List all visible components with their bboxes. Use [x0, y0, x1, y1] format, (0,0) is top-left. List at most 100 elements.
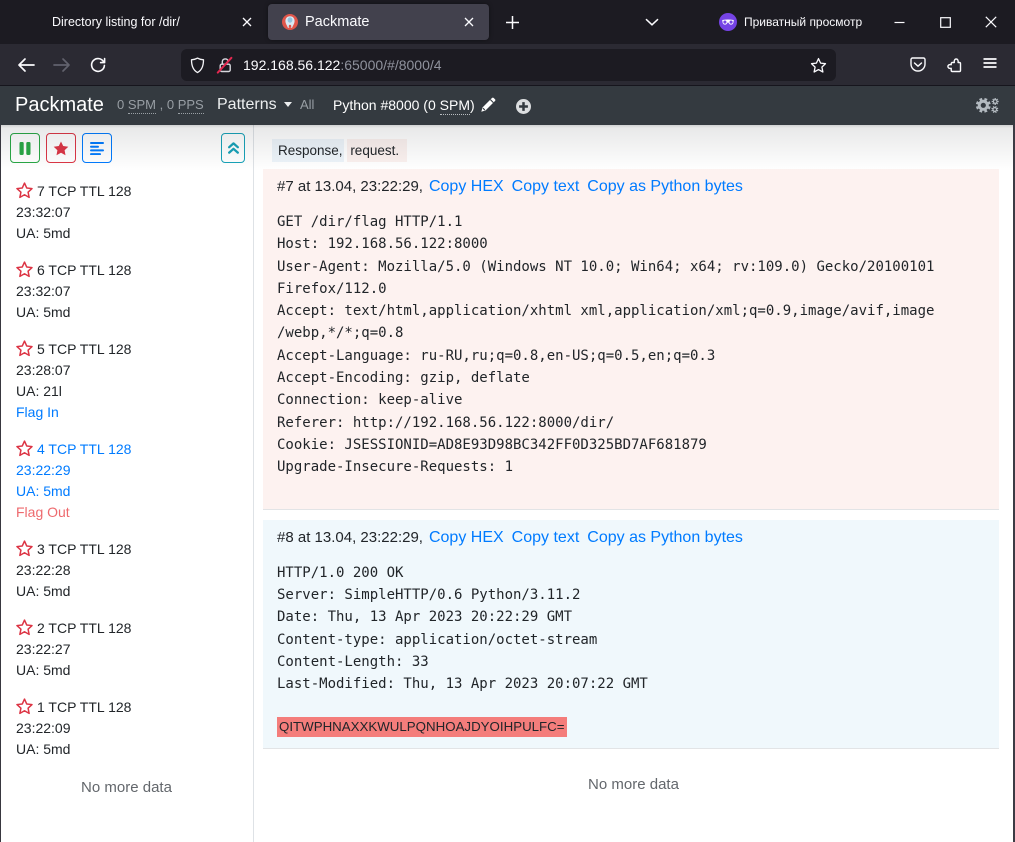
- main-no-more-data: No more data: [254, 776, 1013, 793]
- tab-directory-listing[interactable]: Directory listing for /dir/: [8, 4, 262, 40]
- spm-stat: SPM: [128, 97, 156, 114]
- sidebar-no-more-data: No more data: [0, 779, 253, 796]
- stream-time: 23:22:29: [16, 460, 253, 481]
- pattern-filter-all[interactable]: All: [300, 86, 314, 125]
- url-address[interactable]: 192.168.56.122:65000/#/8000/4: [243, 49, 442, 81]
- list-all-tabs-button[interactable]: [640, 10, 664, 34]
- collapse-button[interactable]: [221, 133, 245, 163]
- stream-flag-link[interactable]: Flag Out: [16, 502, 253, 523]
- stream-time: 23:32:07: [16, 281, 253, 302]
- service-tab[interactable]: Python #8000 (0 SPM): [333, 86, 475, 125]
- browser-toolbar: 192.168.56.122:65000/#/8000/4: [0, 44, 1015, 86]
- tab-packmate[interactable]: Packmate: [268, 4, 489, 40]
- copy-link[interactable]: Copy as Python bytes: [587, 178, 743, 195]
- extensions-icon[interactable]: [944, 55, 964, 75]
- star-outline-icon[interactable]: [16, 540, 33, 557]
- star-outline-icon[interactable]: [16, 182, 33, 199]
- service-spm-stat: SPM: [440, 97, 470, 115]
- stream-ua: UA: 5md: [16, 223, 253, 244]
- new-tab-button[interactable]: [500, 10, 524, 34]
- stream-sidebar: 7 TCP TTL 12823:32:07UA: 5md6 TCP TTL 12…: [0, 125, 254, 842]
- stream-item[interactable]: 6 TCP TTL 12823:32:07UA: 5md: [0, 260, 253, 323]
- stream-time: 23:22:09: [16, 718, 253, 739]
- stream-ua: UA: 21l: [16, 381, 253, 402]
- stats-separator: ,: [156, 97, 167, 112]
- stream-title[interactable]: 1 TCP TTL 128: [16, 697, 253, 718]
- legend-response: Response,: [272, 139, 344, 162]
- brand-packmate[interactable]: Packmate: [15, 86, 104, 125]
- tab-title: Directory listing for /dir/: [52, 15, 180, 29]
- copy-link[interactable]: Copy HEX: [429, 529, 504, 546]
- packet-view: Response, request. #7 at 13.04, 23:22:29…: [254, 125, 1013, 842]
- shield-icon[interactable]: [187, 55, 207, 75]
- patterns-label: Patterns: [217, 96, 277, 113]
- packmate-favicon: [282, 14, 298, 35]
- stream-title[interactable]: 4 TCP TTL 128: [16, 439, 253, 460]
- packet-header: #8 at 13.04, 23:22:29, Copy HEX Copy text C…: [277, 530, 985, 545]
- lock-insecure-icon[interactable]: [215, 55, 233, 75]
- favorites-button[interactable]: [46, 133, 76, 163]
- pocket-icon[interactable]: [908, 55, 928, 75]
- copy-link[interactable]: Copy as Python bytes: [587, 529, 743, 546]
- stream-item[interactable]: 7 TCP TTL 12823:32:07UA: 5md: [0, 181, 253, 244]
- stream-title[interactable]: 5 TCP TTL 128: [16, 339, 253, 360]
- gears-icon[interactable]: [976, 95, 1000, 115]
- copy-link[interactable]: Copy text: [512, 529, 580, 546]
- tab-close-icon[interactable]: [235, 10, 259, 34]
- stream-item[interactable]: 4 TCP TTL 12823:22:29UA: 5mdFlag Out: [0, 439, 253, 523]
- star-outline-icon[interactable]: [16, 619, 33, 636]
- close-icon[interactable]: [979, 10, 1003, 34]
- menu-icon[interactable]: [983, 53, 997, 73]
- stream-time: 23:32:07: [16, 202, 253, 223]
- stream-time: 23:28:07: [16, 360, 253, 381]
- pps-stat: PPS: [178, 97, 204, 114]
- flag-match-highlight: QITWPHNAXXKWULPQNHOAJDYOIHPULFC=: [277, 717, 567, 737]
- stream-time: 23:22:27: [16, 639, 253, 660]
- url-host: 192.168.56.122: [243, 57, 340, 73]
- private-mask-icon: [719, 13, 737, 36]
- pause-button[interactable]: [10, 133, 40, 163]
- maximize-icon[interactable]: [933, 10, 957, 34]
- bookmark-star-icon[interactable]: [808, 55, 828, 75]
- star-icon: [53, 141, 69, 156]
- service-label-end: ): [470, 97, 475, 113]
- stream-item[interactable]: 1 TCP TTL 12823:22:09UA: 5md: [0, 697, 253, 760]
- star-outline-icon[interactable]: [16, 698, 33, 715]
- minimize-icon[interactable]: [887, 10, 911, 34]
- back-icon[interactable]: [12, 51, 40, 79]
- packet-id: #7 at 13.04, 23:22:29,: [277, 178, 423, 195]
- tab-close-icon[interactable]: [457, 10, 481, 34]
- packet-id: #8 at 13.04, 23:22:29,: [277, 529, 423, 546]
- stream-item[interactable]: 2 TCP TTL 12823:22:27UA: 5md: [0, 618, 253, 681]
- add-service-button[interactable]: [515, 98, 531, 114]
- packet-list: #7 at 13.04, 23:22:29, Copy HEX Copy text C…: [263, 169, 999, 749]
- traffic-stats: 0 SPM , 0 PPS: [117, 86, 204, 125]
- stream-title[interactable]: 6 TCP TTL 128: [16, 260, 253, 281]
- packet-header: #7 at 13.04, 23:22:29, Copy HEX Copy text C…: [277, 179, 985, 194]
- stream-title[interactable]: 3 TCP TTL 128: [16, 539, 253, 560]
- forward-icon[interactable]: [48, 51, 76, 79]
- star-outline-icon[interactable]: [16, 261, 33, 278]
- stream-flag-link[interactable]: Flag In: [16, 402, 253, 423]
- copy-link[interactable]: Copy HEX: [429, 178, 504, 195]
- pencil-icon[interactable]: [478, 95, 498, 115]
- stream-ua: UA: 5md: [16, 302, 253, 323]
- spm-value: 0: [117, 97, 128, 112]
- list-button[interactable]: [82, 133, 112, 163]
- star-outline-icon[interactable]: [16, 340, 33, 357]
- reload-icon[interactable]: [84, 51, 112, 79]
- packet-card-request: #7 at 13.04, 23:22:29, Copy HEX Copy text C…: [263, 169, 999, 510]
- app-content: 7 TCP TTL 12823:32:07UA: 5md6 TCP TTL 12…: [0, 125, 1015, 842]
- align-left-icon: [90, 142, 105, 155]
- stream-title[interactable]: 7 TCP TTL 128: [16, 181, 253, 202]
- stream-title[interactable]: 2 TCP TTL 128: [16, 618, 253, 639]
- stream-item[interactable]: 5 TCP TTL 12823:28:07UA: 21lFlag In: [0, 339, 253, 423]
- star-outline-icon[interactable]: [16, 440, 33, 457]
- stream-ua: UA: 5md: [16, 581, 253, 602]
- patterns-dropdown[interactable]: Patterns: [217, 86, 292, 125]
- direction-legend: Response, request.: [263, 143, 999, 158]
- packmate-navbar: Packmate 0 SPM , 0 PPS Patterns All Pyth…: [0, 86, 1015, 125]
- stream-item[interactable]: 3 TCP TTL 12823:22:28UA: 5md: [0, 539, 253, 602]
- copy-link[interactable]: Copy text: [512, 178, 580, 195]
- url-path: :65000/#/8000/4: [340, 57, 441, 73]
